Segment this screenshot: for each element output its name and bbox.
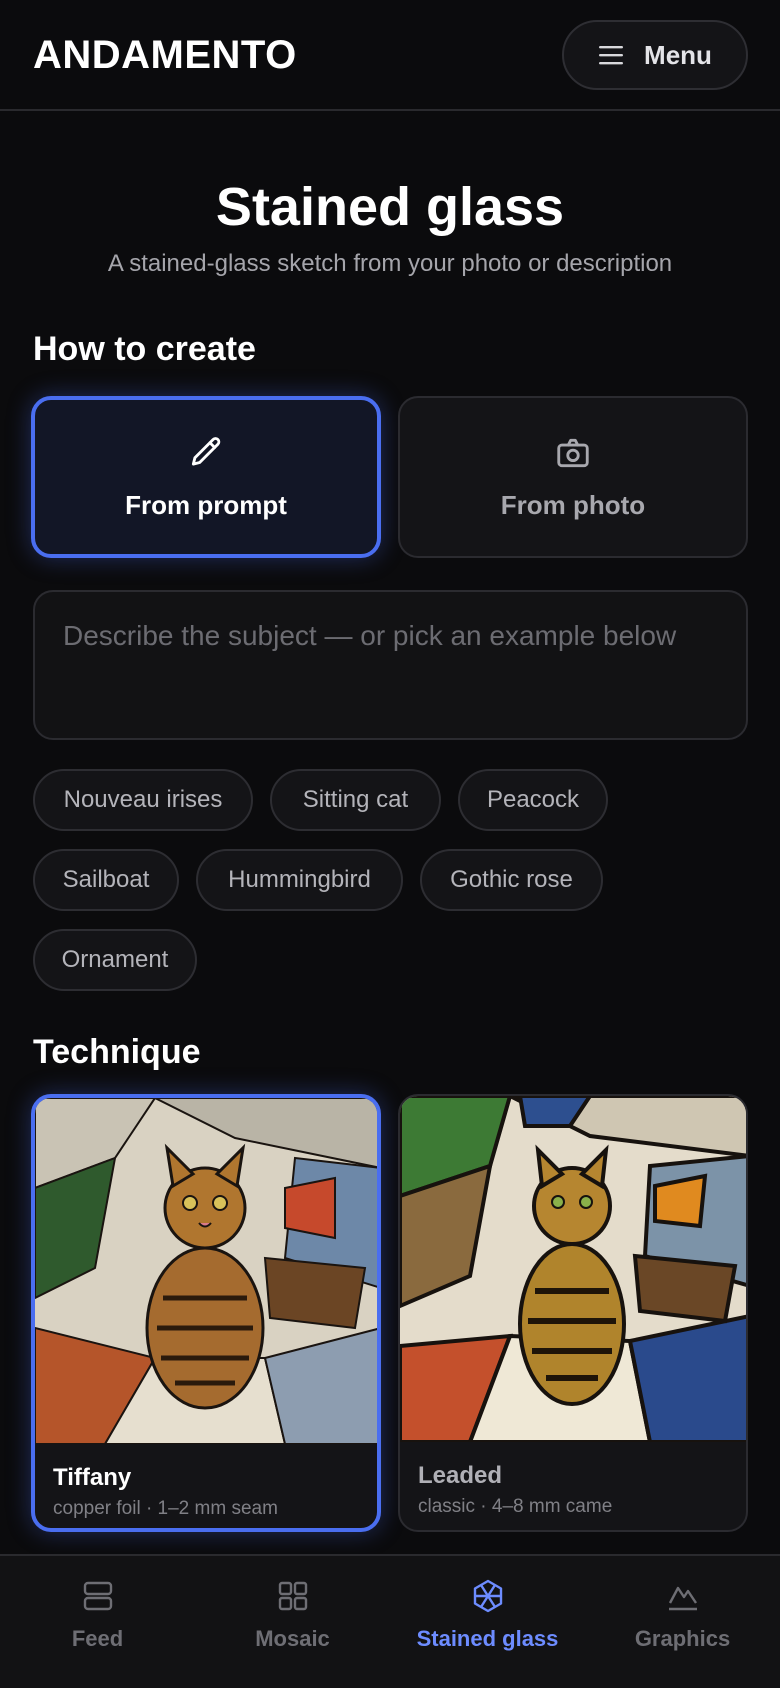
nav-label: Stained glass <box>416 1626 559 1651</box>
nav-item-graphics[interactable]: Graphics <box>585 1556 780 1688</box>
stained-glass-icon <box>473 1579 502 1613</box>
leaded-preview-image <box>400 1096 746 1442</box>
technique-name: Leaded <box>418 1462 503 1489</box>
example-chip[interactable]: Sailboat <box>33 849 179 911</box>
nav-label: Graphics <box>634 1626 731 1651</box>
app-logo[interactable]: ANDAMENTO <box>33 33 297 78</box>
top-bar: ANDAMENTO Menu <box>0 0 780 111</box>
pencil-icon <box>191 436 221 466</box>
technique-name: Tiffany <box>53 1464 132 1491</box>
mode-from-photo[interactable]: From photo <box>398 396 748 558</box>
nav-item-feed[interactable]: Feed <box>0 1556 195 1688</box>
example-chip[interactable]: Nouveau irises <box>33 769 253 831</box>
technique-card-tiffany[interactable]: Tiffany copper foil · 1–2 mm seam <box>31 1094 381 1532</box>
page-subtitle: A stained-glass sketch from your photo o… <box>107 250 673 277</box>
bottom-nav: Feed Mosaic Stained glass Graphics <box>0 1554 780 1688</box>
example-chip[interactable]: Sitting cat <box>270 769 441 831</box>
nav-label: Feed <box>71 1626 124 1651</box>
prompt-placeholder: Describe the subject — or pick an exampl… <box>63 620 677 651</box>
menu-button[interactable]: Menu <box>562 20 748 90</box>
mode-label: From photo <box>500 489 646 520</box>
nav-item-mosaic[interactable]: Mosaic <box>195 1556 390 1688</box>
nav-label: Mosaic <box>255 1626 330 1651</box>
camera-icon <box>557 438 589 467</box>
technique-card-leaded[interactable]: Leaded classic · 4–8 mm came <box>398 1094 748 1532</box>
tiffany-preview-image <box>35 1098 377 1444</box>
prompt-textarea[interactable]: Describe the subject — or pick an exampl… <box>33 590 748 740</box>
example-chip[interactable]: Ornament <box>33 929 197 991</box>
example-chip[interactable]: Peacock <box>458 769 608 831</box>
menu-label: Menu <box>644 39 712 70</box>
example-chip[interactable]: Hummingbird <box>196 849 403 911</box>
nav-item-stained-glass[interactable]: Stained glass <box>390 1556 585 1688</box>
technique-heading: Technique <box>33 1033 201 1071</box>
grid-icon <box>278 1581 307 1611</box>
how-to-create-heading: How to create <box>33 330 256 368</box>
example-chip[interactable]: Gothic rose <box>420 849 603 911</box>
technique-meta: copper foil · 1–2 mm seam <box>53 1498 278 1519</box>
mountain-icon <box>668 1586 697 1611</box>
mode-from-prompt[interactable]: From prompt <box>31 396 381 558</box>
mode-label: From prompt <box>125 489 287 520</box>
page-title: Stained glass <box>215 177 565 237</box>
feed-icon <box>83 1581 112 1611</box>
hamburger-icon <box>599 46 624 65</box>
technique-meta: classic · 4–8 mm came <box>418 1496 613 1517</box>
